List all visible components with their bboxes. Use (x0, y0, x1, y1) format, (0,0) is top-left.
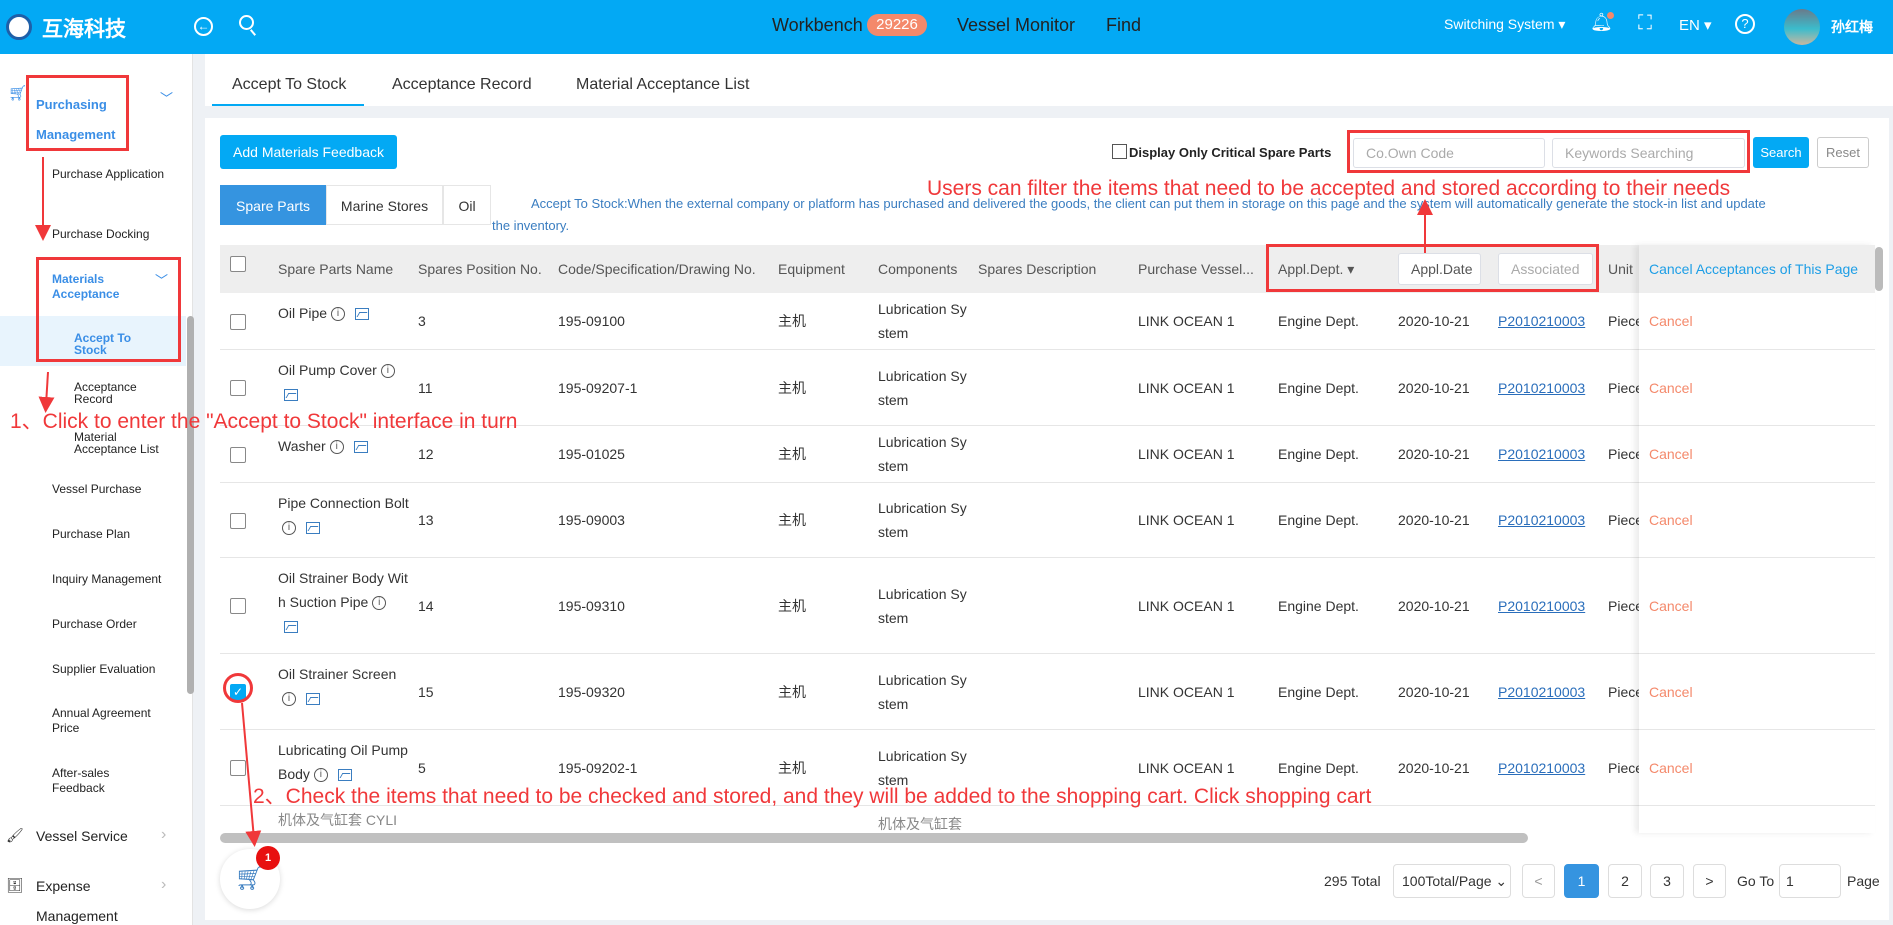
arrow-step2 (241, 702, 262, 847)
arrow-step1b (38, 371, 55, 413)
annotation-step1: 1、Click to enter the "Accept to Stock" i… (10, 410, 518, 433)
annotation-filter: Users can filter the items that need to … (927, 177, 1731, 200)
annotation-step2: 2、Check the items that need to be checke… (253, 785, 1372, 808)
